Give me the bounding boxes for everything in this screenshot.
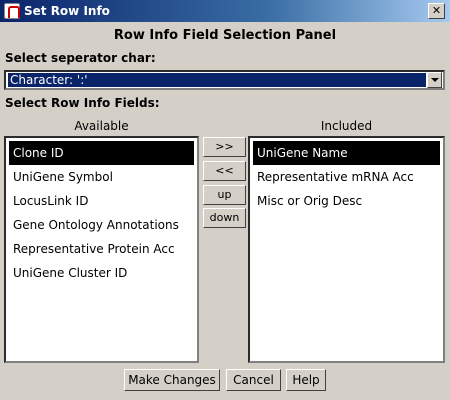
add-button[interactable]: >>: [203, 137, 246, 157]
move-down-button[interactable]: down: [203, 208, 246, 228]
separator-label: Select seperator char:: [5, 51, 156, 65]
cancel-button[interactable]: Cancel: [226, 369, 281, 391]
remove-button[interactable]: <<: [203, 161, 246, 181]
list-item[interactable]: Representative mRNA Acc: [253, 165, 440, 189]
available-header: Available: [74, 119, 129, 133]
fields-label: Select Row Info Fields:: [5, 96, 160, 110]
chevron-down-icon[interactable]: [427, 72, 442, 88]
separator-select-value: Character: ':': [8, 73, 426, 87]
included-header: Included: [320, 119, 373, 133]
close-icon: ✕: [431, 4, 442, 17]
separator-select[interactable]: Character: ':': [4, 70, 445, 90]
list-item[interactable]: UniGene Cluster ID: [9, 261, 194, 285]
list-item[interactable]: Clone ID: [9, 141, 194, 165]
app-icon: [4, 3, 20, 19]
list-item[interactable]: LocusLink ID: [9, 189, 194, 213]
panel-title: Row Info Field Selection Panel: [113, 28, 337, 43]
window-title: Set Row Info: [24, 4, 110, 18]
list-item[interactable]: Representative Protein Acc: [9, 237, 194, 261]
list-item[interactable]: UniGene Name: [253, 141, 440, 165]
list-item[interactable]: Misc or Orig Desc: [253, 189, 440, 213]
close-button[interactable]: ✕: [428, 3, 445, 19]
included-list[interactable]: UniGene Name Representative mRNA Acc Misc …: [248, 136, 445, 363]
move-up-button[interactable]: up: [203, 185, 246, 205]
list-item[interactable]: UniGene Symbol: [9, 165, 194, 189]
make-changes-button[interactable]: Make Changes: [124, 369, 220, 391]
list-item[interactable]: Gene Ontology Annotations: [9, 213, 194, 237]
help-button[interactable]: Help: [286, 369, 326, 391]
title-bar: Set Row Info ✕: [0, 0, 450, 22]
available-list[interactable]: Clone ID UniGene Symbol LocusLink ID Gene O…: [4, 136, 199, 363]
